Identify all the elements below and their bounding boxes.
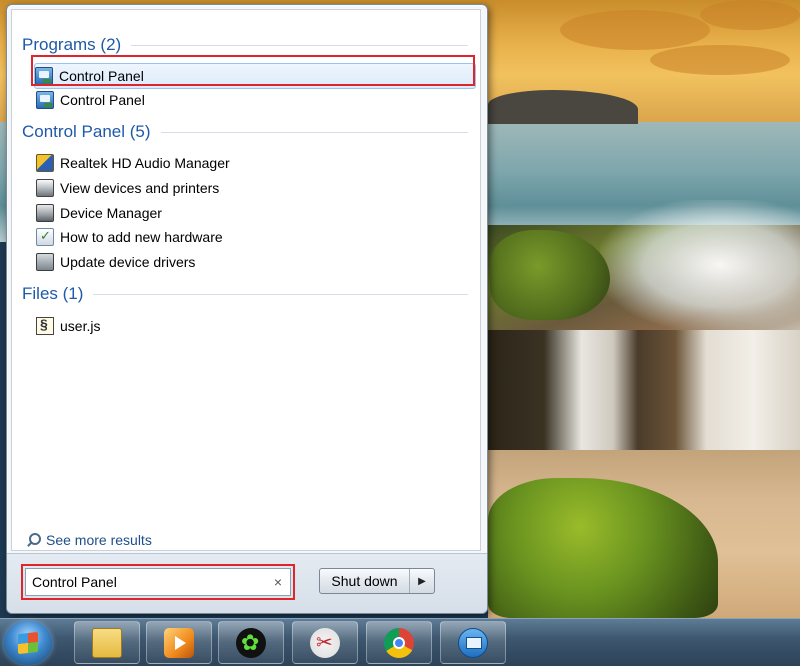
result-label: Control Panel — [59, 68, 144, 84]
clover-app-icon — [236, 627, 266, 658]
media-player-icon — [164, 627, 194, 658]
taskbar-button-explorer[interactable] — [74, 621, 140, 664]
result-add-hardware[interactable]: How to add new hardware — [36, 225, 476, 249]
result-realtek-audio[interactable]: Realtek HD Audio Manager — [36, 151, 476, 175]
script-file-icon — [36, 316, 54, 335]
group-divider — [93, 293, 468, 295]
group-title: Files (1) — [22, 284, 84, 303]
group-header-files[interactable]: Files (1) — [22, 283, 468, 305]
result-label: How to add new hardware — [60, 229, 223, 245]
shutdown-options-arrow-icon[interactable]: ▶ — [410, 569, 434, 593]
taskbar-button-clover[interactable] — [218, 621, 284, 664]
snipping-tool-icon — [310, 627, 340, 658]
remote-desktop-icon — [458, 627, 488, 658]
start-menu-bottom-bar: × Shut down ▶ — [7, 553, 487, 613]
taskbar — [0, 618, 800, 666]
taskbar-button-media-player[interactable] — [146, 621, 212, 664]
control-panel-icon — [35, 67, 53, 85]
device-manager-icon — [36, 204, 54, 222]
taskbar-button-remote-desktop[interactable] — [440, 621, 506, 664]
realtek-audio-icon — [36, 154, 54, 172]
control-panel-icon — [36, 91, 54, 109]
windows-explorer-icon — [92, 627, 122, 658]
group-divider — [131, 44, 468, 46]
group-header-control-panel[interactable]: Control Panel (5) — [22, 121, 468, 143]
group-divider — [160, 131, 468, 133]
result-control-panel-1[interactable]: Control Panel — [34, 63, 476, 89]
result-label: View devices and printers — [60, 180, 220, 196]
update-drivers-icon — [36, 253, 54, 271]
result-label: user.js — [60, 318, 101, 334]
result-user-js[interactable]: user.js — [36, 314, 476, 338]
wallpaper-cloud — [700, 0, 800, 30]
taskbar-button-chrome[interactable] — [366, 621, 432, 664]
search-results-pane: Programs (2) Control Panel Control Panel… — [11, 9, 481, 551]
result-update-drivers[interactable]: Update device drivers — [36, 250, 476, 274]
group-header-programs[interactable]: Programs (2) — [22, 34, 468, 56]
result-label: Control Panel — [60, 92, 145, 108]
clear-search-icon[interactable]: × — [274, 574, 282, 590]
see-more-results-link[interactable]: See more results — [26, 530, 152, 550]
group-title: Control Panel (5) — [22, 122, 151, 141]
result-device-manager[interactable]: Device Manager — [36, 201, 476, 225]
result-label: Device Manager — [60, 205, 162, 221]
wallpaper-cloud — [650, 45, 790, 75]
printer-icon — [36, 179, 54, 197]
taskbar-button-snipping[interactable] — [292, 621, 358, 664]
result-devices-printers[interactable]: View devices and printers — [36, 176, 476, 200]
search-input[interactable] — [32, 573, 262, 591]
chrome-icon — [384, 627, 414, 658]
shutdown-label[interactable]: Shut down — [320, 569, 410, 593]
start-menu: Programs (2) Control Panel Control Panel… — [6, 4, 488, 614]
start-button[interactable] — [4, 621, 52, 665]
see-more-label: See more results — [46, 532, 152, 548]
wallpaper-waterfall — [488, 330, 800, 450]
result-label: Realtek HD Audio Manager — [60, 155, 230, 171]
search-box[interactable]: × — [25, 568, 291, 596]
wallpaper-cloud — [560, 10, 710, 50]
result-control-panel-2[interactable]: Control Panel — [36, 88, 476, 112]
search-icon — [26, 533, 41, 547]
wallpaper-foam — [600, 200, 800, 330]
add-hardware-icon — [36, 228, 54, 246]
shutdown-button[interactable]: Shut down ▶ — [319, 568, 435, 594]
result-label: Update device drivers — [60, 254, 196, 270]
group-title: Programs (2) — [22, 35, 122, 54]
